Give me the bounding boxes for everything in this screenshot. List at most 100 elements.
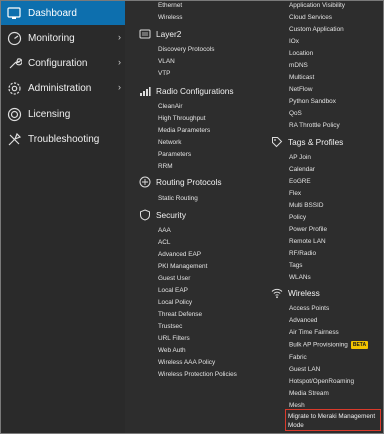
section-title: Routing Protocols bbox=[156, 177, 222, 187]
menu-link[interactable]: Local Policy bbox=[158, 299, 192, 307]
nav-item-dashboard[interactable]: Dashboard bbox=[1, 1, 125, 25]
menu-link[interactable]: VLAN bbox=[158, 58, 175, 66]
menu-link[interactable]: Advanced EAP bbox=[158, 251, 201, 259]
beta-badge: BETA bbox=[350, 341, 369, 349]
menu-link[interactable]: Power Profile bbox=[289, 226, 327, 234]
menu-link[interactable]: Trustsec bbox=[158, 323, 182, 331]
menu-link[interactable]: Flex bbox=[289, 190, 301, 198]
nav-label: Configuration bbox=[28, 57, 88, 69]
licensing-icon bbox=[6, 106, 22, 122]
section-title: Security bbox=[156, 210, 186, 220]
menu-link[interactable]: Tags bbox=[289, 262, 303, 270]
menu-link[interactable]: CleanAir bbox=[158, 103, 183, 111]
dashboard-icon bbox=[6, 5, 22, 21]
nav-item-troubleshooting[interactable]: Troubleshooting bbox=[1, 127, 125, 151]
menu-link[interactable]: URL Filters bbox=[158, 335, 190, 343]
signal-bars-icon bbox=[139, 85, 151, 97]
menu-link[interactable]: Static Routing bbox=[158, 195, 198, 203]
routing-icon bbox=[139, 176, 151, 188]
menu-link[interactable]: Wireless bbox=[158, 14, 183, 22]
menu-link[interactable]: Media Parameters bbox=[158, 127, 210, 135]
menu-link[interactable]: Guest LAN bbox=[289, 366, 320, 374]
menu-link[interactable]: Calendar bbox=[289, 166, 315, 174]
menu-link[interactable]: EoGRE bbox=[289, 178, 311, 186]
menu-link[interactable]: Access Points bbox=[289, 305, 329, 313]
menu-link[interactable]: mDNS bbox=[289, 62, 308, 70]
menu-link[interactable]: High Throughput bbox=[158, 115, 206, 123]
menu-link[interactable]: Multicast bbox=[289, 74, 314, 82]
menu-link[interactable]: Air Time Fairness bbox=[289, 329, 339, 337]
nav-label: Dashboard bbox=[28, 7, 77, 19]
menu-link[interactable]: Parameters bbox=[158, 151, 191, 159]
menu-link[interactable]: ACL bbox=[158, 239, 170, 247]
menu-link[interactable]: AAA bbox=[158, 227, 171, 235]
nav-label: Troubleshooting bbox=[28, 133, 100, 145]
wifi-icon bbox=[271, 287, 283, 299]
menu-link[interactable]: Ethernet bbox=[158, 2, 182, 10]
menu-link[interactable]: PKI Management bbox=[158, 263, 207, 271]
menu-link[interactable]: VTP bbox=[158, 70, 170, 78]
menu-link[interactable]: NetFlow bbox=[289, 86, 312, 94]
monitoring-icon bbox=[6, 30, 22, 46]
menu-link[interactable]: Wireless Protection Policies bbox=[158, 371, 237, 379]
shield-icon bbox=[139, 209, 151, 221]
nav-item-monitoring[interactable]: Monitoring › bbox=[1, 26, 125, 50]
menu-link[interactable]: Multi BSSID bbox=[289, 202, 323, 210]
highlight-line-1: Migrate to Meraki Management bbox=[288, 413, 376, 420]
layer2-icon bbox=[139, 28, 151, 40]
section-wireless: Wireless bbox=[271, 287, 320, 299]
nav-label: Licensing bbox=[28, 108, 71, 120]
section-title: Radio Configurations bbox=[156, 86, 234, 96]
left-navigation: Dashboard Monitoring › Configuration › A… bbox=[1, 1, 125, 433]
menu-link[interactable]: RF/Radio bbox=[289, 250, 316, 258]
menu-link[interactable]: Remote LAN bbox=[289, 238, 326, 246]
menu-link[interactable]: Guest User bbox=[158, 275, 190, 283]
menu-link[interactable]: IOx bbox=[289, 38, 299, 46]
menu-link[interactable]: AP Join bbox=[289, 154, 311, 162]
menu-link[interactable]: Python Sandbox bbox=[289, 98, 336, 106]
chevron-right-icon: › bbox=[118, 57, 121, 67]
migrate-to-meraki-link[interactable]: Migrate to Meraki Management Mode bbox=[285, 409, 381, 431]
configuration-icon bbox=[6, 55, 22, 71]
section-title: Tags & Profiles bbox=[288, 137, 344, 147]
menu-link[interactable]: Local EAP bbox=[158, 287, 188, 295]
menu-link-label: Bulk AP Provisioning bbox=[289, 341, 348, 349]
menu-link[interactable]: Advanced bbox=[289, 317, 317, 325]
chevron-right-icon: › bbox=[118, 32, 121, 42]
menu-link[interactable]: RA Throttle Policy bbox=[289, 122, 340, 130]
highlight-line-2: Mode bbox=[288, 422, 304, 429]
menu-link[interactable]: QoS bbox=[289, 110, 302, 118]
nav-item-administration[interactable]: Administration › bbox=[1, 76, 125, 100]
nav-label: Monitoring bbox=[28, 32, 75, 44]
menu-link[interactable]: WLANs bbox=[289, 274, 311, 282]
menu-link[interactable]: Web Auth bbox=[158, 347, 186, 355]
menu-link[interactable]: RRM bbox=[158, 163, 173, 171]
app-frame: Dashboard Monitoring › Configuration › A… bbox=[0, 0, 384, 434]
chevron-right-icon: › bbox=[118, 82, 121, 92]
menu-link[interactable]: Network bbox=[158, 139, 181, 147]
menu-link[interactable]: Application Visibility bbox=[289, 2, 345, 10]
nav-label: Administration bbox=[28, 82, 92, 94]
menu-link[interactable]: Hotspot/OpenRoaming bbox=[289, 378, 354, 386]
menu-link[interactable]: Location bbox=[289, 50, 313, 58]
section-title: Wireless bbox=[288, 288, 320, 298]
section-tags-profiles: Tags & Profiles bbox=[271, 136, 343, 148]
nav-item-configuration[interactable]: Configuration › bbox=[1, 51, 125, 75]
menu-link[interactable]: Custom Application bbox=[289, 26, 344, 34]
section-routing-protocols: Routing Protocols bbox=[139, 176, 222, 188]
troubleshooting-icon bbox=[6, 131, 22, 147]
menu-link[interactable]: Cloud Services bbox=[289, 14, 332, 22]
menu-link[interactable]: Threat Defense bbox=[158, 311, 202, 319]
nav-item-licensing[interactable]: Licensing bbox=[1, 102, 125, 126]
section-layer2: Layer2 bbox=[139, 28, 181, 40]
menu-link-bulk-ap[interactable]: Bulk AP Provisioning BETA bbox=[289, 341, 369, 350]
menu-link[interactable]: Discovery Protocols bbox=[158, 46, 214, 54]
menu-link[interactable]: Media Stream bbox=[289, 390, 329, 398]
menu-link[interactable]: Wireless AAA Policy bbox=[158, 359, 215, 367]
section-radio-configurations: Radio Configurations bbox=[139, 85, 233, 97]
menu-link[interactable]: Policy bbox=[289, 214, 306, 222]
section-security: Security bbox=[139, 209, 186, 221]
administration-icon bbox=[6, 80, 22, 96]
menu-link[interactable]: Fabric bbox=[289, 354, 307, 362]
section-title: Layer2 bbox=[156, 29, 182, 39]
